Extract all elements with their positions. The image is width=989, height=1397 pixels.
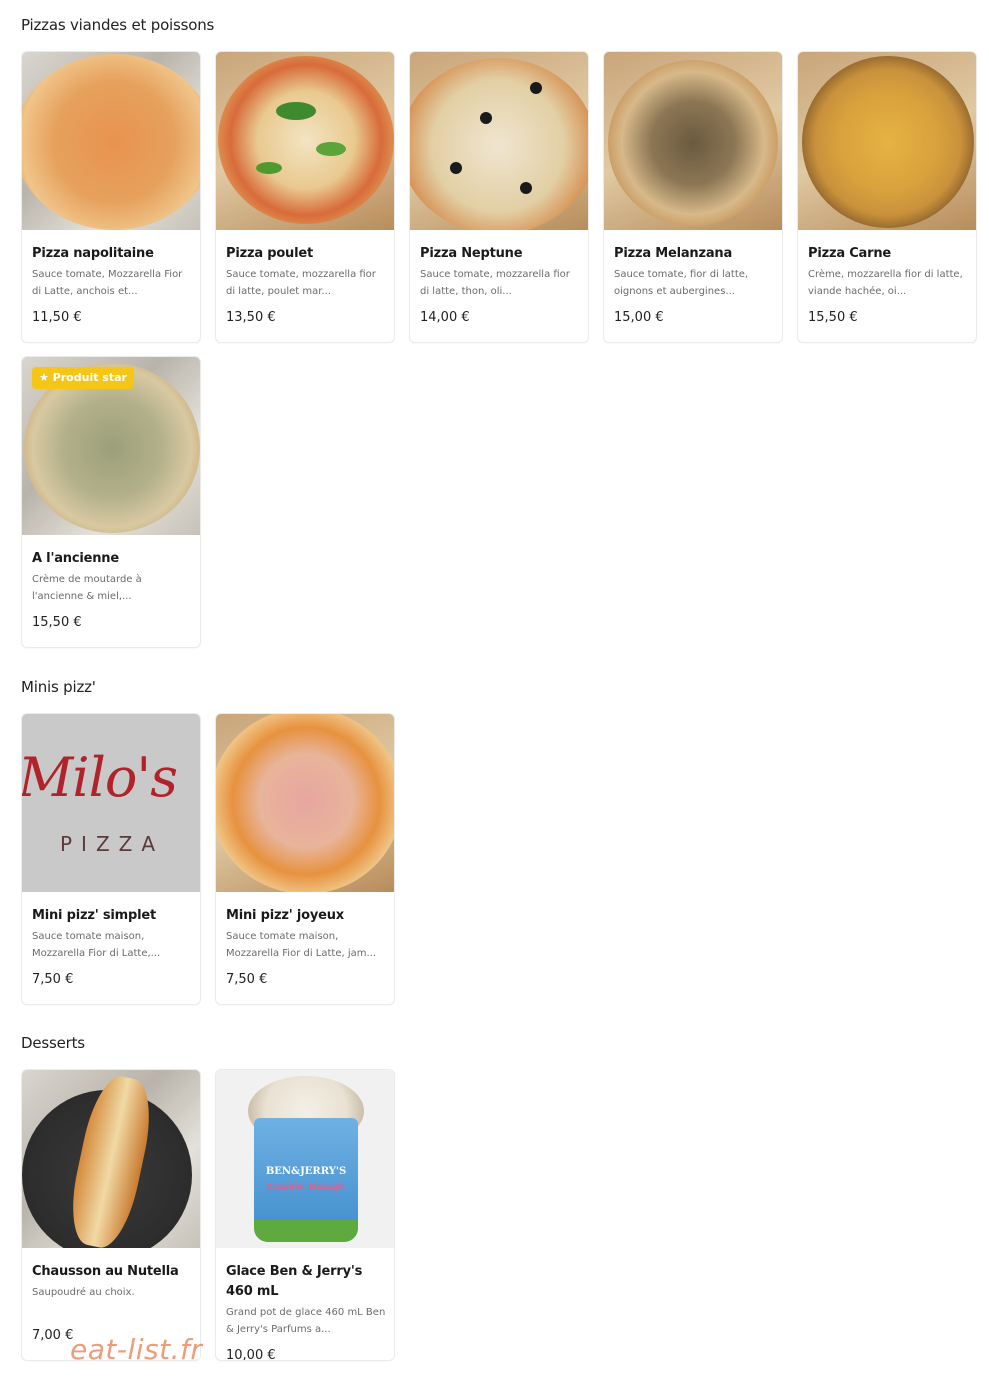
product-description: Crème de moutarde à l'ancienne & miel,..… bbox=[32, 574, 142, 602]
product-image bbox=[22, 1070, 200, 1248]
product-image: Milo's PIZZA bbox=[22, 714, 200, 892]
product-card-glace-ben-jerrys[interactable]: BEN&JERRY'S Cookie Dough Glace Ben & Jer… bbox=[215, 1069, 395, 1361]
section-title-minis: Minis pizz' bbox=[21, 678, 96, 696]
product-card-a-lancienne[interactable]: ★ Produit star A l'ancienne Crème de mou… bbox=[21, 356, 201, 648]
product-name: Glace Ben & Jerry's 460 mL bbox=[226, 1264, 363, 1299]
product-description: Crème, mozzarella fior di latte, viande … bbox=[808, 269, 963, 297]
product-image bbox=[798, 52, 976, 230]
product-name: Pizza Neptune bbox=[420, 246, 523, 261]
product-image bbox=[410, 52, 588, 230]
product-price: 15,00 € bbox=[614, 310, 664, 325]
product-price: 10,00 € bbox=[226, 1348, 276, 1361]
product-price: 15,50 € bbox=[808, 310, 858, 325]
product-description: Sauce tomate maison, Mozzarella Fior di … bbox=[226, 931, 377, 959]
product-card-chausson-nutella[interactable]: Chausson au Nutella Saupoudré au choix. … bbox=[21, 1069, 201, 1361]
milos-logo-word: PIZZA bbox=[60, 832, 165, 856]
product-description: Saupoudré au choix. bbox=[32, 1287, 135, 1298]
product-description: Sauce tomate maison, Mozzarella Fior di … bbox=[32, 931, 161, 959]
product-description: Sauce tomate, mozzarella fior di latte, … bbox=[420, 269, 570, 297]
product-image: ★ Produit star bbox=[22, 357, 200, 535]
product-card-pizza-poulet[interactable]: Pizza poulet Sauce tomate, mozzarella fi… bbox=[215, 51, 395, 343]
product-image bbox=[22, 52, 200, 230]
product-price: 7,00 € bbox=[32, 1328, 74, 1343]
watermark-text: eat-list.fr bbox=[70, 1333, 203, 1366]
product-name: Chausson au Nutella bbox=[32, 1264, 179, 1279]
product-card-pizza-carne[interactable]: Pizza Carne Crème, mozzarella fior di la… bbox=[797, 51, 977, 343]
section-title-desserts: Desserts bbox=[21, 1034, 85, 1052]
product-name: Mini pizz' simplet bbox=[32, 908, 156, 923]
product-name: Pizza Melanzana bbox=[614, 246, 733, 261]
product-card-pizza-napolitaine[interactable]: Pizza napolitaine Sauce tomate, Mozzarel… bbox=[21, 51, 201, 343]
product-card-mini-pizz-simplet[interactable]: Milo's PIZZA Mini pizz' simplet Sauce to… bbox=[21, 713, 201, 1005]
product-name: Mini pizz' joyeux bbox=[226, 908, 344, 923]
product-name: A l'ancienne bbox=[32, 551, 119, 566]
product-description: Sauce tomate, mozzarella fior di latte, … bbox=[226, 269, 376, 297]
product-description: Sauce tomate, fior di latte, oignons et … bbox=[614, 269, 749, 297]
star-product-badge: ★ Produit star bbox=[32, 367, 134, 389]
pot-flavor-label: Cookie Dough bbox=[267, 1182, 345, 1193]
pot-brand-label: BEN&JERRY'S bbox=[265, 1166, 347, 1177]
product-image bbox=[604, 52, 782, 230]
product-price: 11,50 € bbox=[32, 310, 82, 325]
product-price: 13,50 € bbox=[226, 310, 276, 325]
product-price: 14,00 € bbox=[420, 310, 470, 325]
product-description: Grand pot de glace 460 mL Ben & Jerry's … bbox=[226, 1307, 386, 1335]
product-image: BEN&JERRY'S Cookie Dough bbox=[216, 1070, 394, 1248]
product-description: Sauce tomate, Mozzarella Fior di Latte, … bbox=[32, 269, 183, 297]
product-card-mini-pizz-joyeux[interactable]: Mini pizz' joyeux Sauce tomate maison, M… bbox=[215, 713, 395, 1005]
product-image bbox=[216, 52, 394, 230]
milos-logo-script: Milo's bbox=[22, 746, 178, 809]
product-price: 7,50 € bbox=[226, 972, 268, 987]
product-price: 15,50 € bbox=[32, 615, 82, 630]
product-card-pizza-neptune[interactable]: Pizza Neptune Sauce tomate, mozzarella f… bbox=[409, 51, 589, 343]
product-name: Pizza napolitaine bbox=[32, 246, 154, 261]
product-price: 7,50 € bbox=[32, 972, 74, 987]
product-name: Pizza poulet bbox=[226, 246, 313, 261]
product-card-pizza-melanzana[interactable]: Pizza Melanzana Sauce tomate, fior di la… bbox=[603, 51, 783, 343]
product-name: Pizza Carne bbox=[808, 246, 892, 261]
section-title-pizzas: Pizzas viandes et poissons bbox=[21, 16, 215, 34]
product-image bbox=[216, 714, 394, 892]
